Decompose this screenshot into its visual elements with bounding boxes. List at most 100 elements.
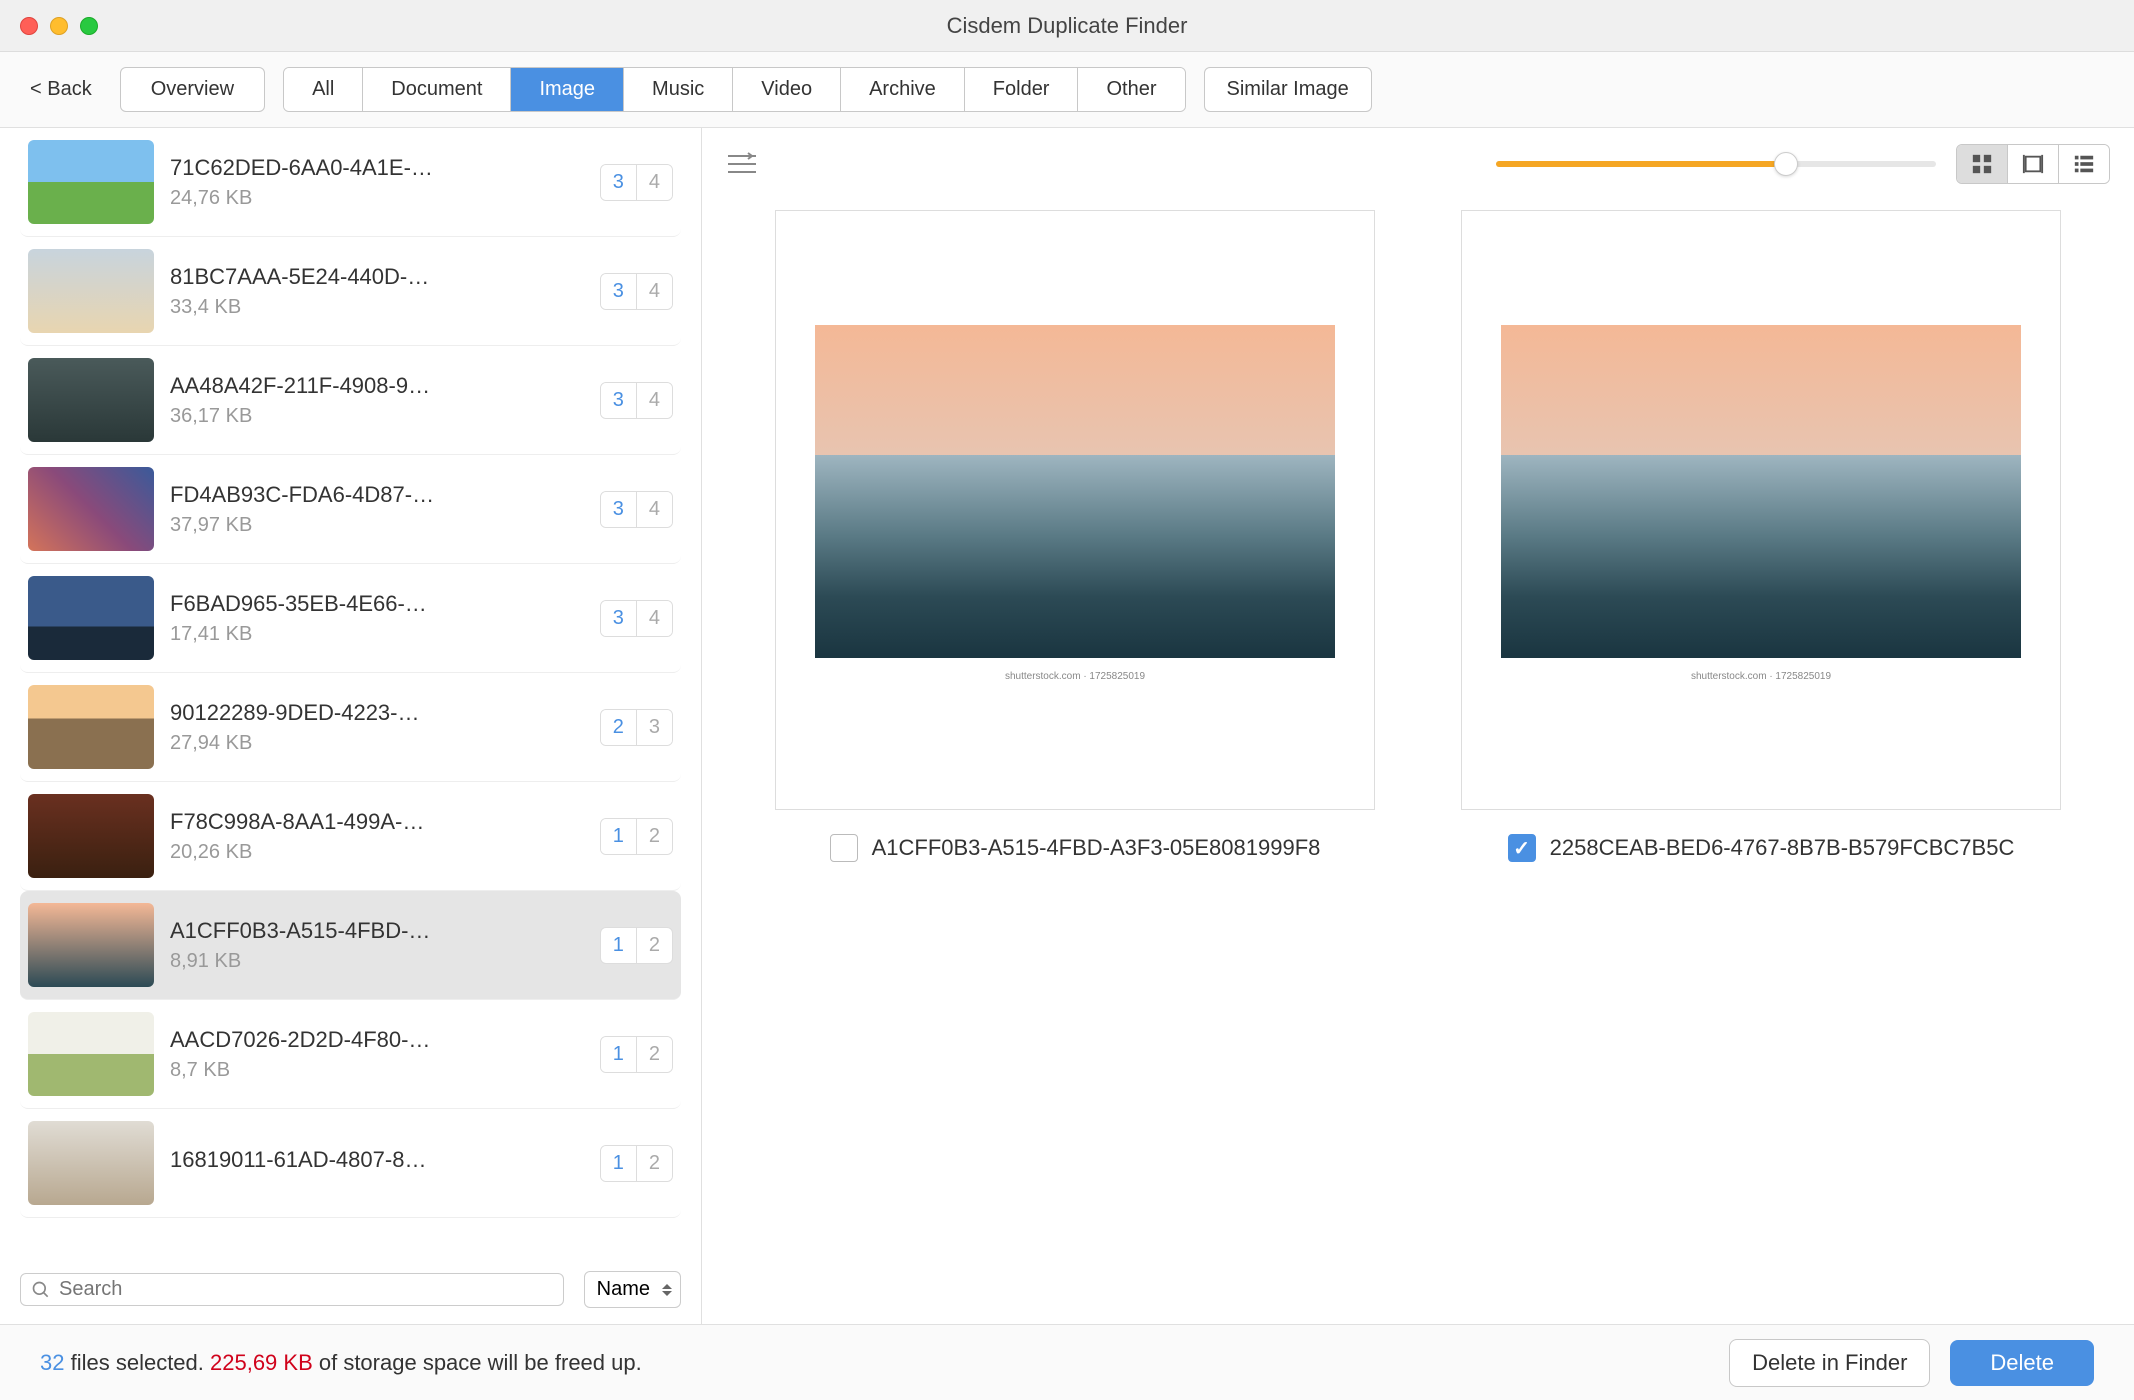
list-item-name: F6BAD965-35EB-4E66-…: [170, 591, 590, 617]
collapse-list-icon[interactable]: [726, 152, 758, 176]
list-item-thumbnail: [28, 1121, 154, 1205]
list-item[interactable]: 90122289-9DED-4223-… 27,94 KB 2 3: [20, 673, 681, 782]
list-item-badges: 1 2: [600, 818, 673, 855]
grid-icon: [1971, 153, 1993, 175]
list-item[interactable]: AA48A42F-211F-4908-9… 36,17 KB 3 4: [20, 346, 681, 455]
search-field[interactable]: [20, 1273, 564, 1306]
list-item-thumbnail: [28, 140, 154, 224]
preview-image-box[interactable]: shutterstock.com · 1725825019: [775, 210, 1375, 810]
selected-badge: 1: [601, 928, 637, 963]
total-badge: 4: [637, 165, 672, 200]
total-badge: 4: [637, 492, 672, 527]
preview-image: shutterstock.com · 1725825019: [815, 325, 1335, 695]
search-input[interactable]: [59, 1278, 553, 1301]
list-item-name: AA48A42F-211F-4908-9…: [170, 373, 590, 399]
preview-filename: A1CFF0B3-A515-4FBD-A3F3-05E8081999F8: [872, 835, 1321, 861]
preview-card: shutterstock.com · 1725825019 2258CEAB-B…: [1428, 210, 2094, 862]
preview-card: shutterstock.com · 1725825019 A1CFF0B3-A…: [742, 210, 1408, 862]
total-badge: 4: [637, 383, 672, 418]
list-item-name: AACD7026-2D2D-4F80-…: [170, 1027, 590, 1053]
total-badge: 2: [637, 819, 672, 854]
list-item-badges: 3 4: [600, 273, 673, 310]
overview-button[interactable]: Overview: [120, 67, 265, 112]
list-item-name: 81BC7AAA-5E24-440D-…: [170, 264, 590, 290]
view-compare-button[interactable]: [2008, 145, 2059, 183]
list-item[interactable]: F78C998A-8AA1-499A-… 20,26 KB 1 2: [20, 782, 681, 891]
list-item-size: 8,91 KB: [170, 950, 590, 973]
selected-badge: 2: [601, 710, 637, 745]
list-item[interactable]: AACD7026-2D2D-4F80-… 8,7 KB 1 2: [20, 1000, 681, 1109]
minimize-window-button[interactable]: [50, 17, 68, 35]
preview-checkbox[interactable]: [830, 834, 858, 862]
delete-in-finder-button[interactable]: Delete in Finder: [1729, 1339, 1930, 1387]
list-item-name: 71C62DED-6AA0-4A1E-…: [170, 155, 590, 181]
list-item-badges: 3 4: [600, 600, 673, 637]
tab-other[interactable]: Other: [1078, 68, 1184, 111]
list-item-thumbnail: [28, 794, 154, 878]
titlebar: Cisdem Duplicate Finder: [0, 0, 2134, 52]
preview-image-box[interactable]: shutterstock.com · 1725825019: [1461, 210, 2061, 810]
preview-checkbox[interactable]: [1508, 834, 1536, 862]
list-item-thumbnail: [28, 1012, 154, 1096]
list-item-name: 16819011-61AD-4807-8…: [170, 1147, 590, 1173]
list-item-name: F78C998A-8AA1-499A-…: [170, 809, 590, 835]
list-item-size: 33,4 KB: [170, 296, 590, 319]
selected-badge: 3: [601, 274, 637, 309]
compare-icon: [2022, 153, 2044, 175]
tab-folder[interactable]: Folder: [965, 68, 1079, 111]
tab-music[interactable]: Music: [624, 68, 733, 111]
view-list-button[interactable]: [2059, 145, 2109, 183]
list-item-size: 36,17 KB: [170, 405, 590, 428]
tab-document[interactable]: Document: [363, 68, 511, 111]
list-item-name: FD4AB93C-FDA6-4D87-…: [170, 482, 590, 508]
list-item-badges: 3 4: [600, 491, 673, 528]
list-item-size: 27,94 KB: [170, 732, 590, 755]
toolbar: < Back Overview All Document Image Music…: [0, 52, 2134, 128]
total-badge: 4: [637, 601, 672, 636]
list-item[interactable]: A1CFF0B3-A515-4FBD-… 8,91 KB 1 2: [20, 891, 681, 1000]
list-item-size: 37,97 KB: [170, 514, 590, 537]
total-badge: 4: [637, 274, 672, 309]
list-item-badges: 2 3: [600, 709, 673, 746]
total-badge: 2: [637, 928, 672, 963]
duplicate-list[interactable]: 71C62DED-6AA0-4A1E-… 24,76 KB 3 4 81BC7A…: [0, 128, 701, 1261]
list-item-thumbnail: [28, 685, 154, 769]
view-grid-button[interactable]: [1957, 145, 2008, 183]
status-text: 32 files selected. 225,69 KB of storage …: [40, 1350, 642, 1376]
tab-all[interactable]: All: [284, 68, 363, 111]
total-badge: 2: [637, 1037, 672, 1072]
list-item[interactable]: 16819011-61AD-4807-8… 1 2: [20, 1109, 681, 1218]
preview-image: shutterstock.com · 1725825019: [1501, 325, 2021, 695]
list-item-badges: 1 2: [600, 927, 673, 964]
slider-thumb[interactable]: [1774, 152, 1798, 176]
tab-video[interactable]: Video: [733, 68, 841, 111]
total-badge: 2: [637, 1146, 672, 1181]
preview-filename: 2258CEAB-BED6-4767-8B7B-B579FCBC7B5C: [1550, 835, 2015, 861]
view-mode-toggle: [1956, 144, 2110, 184]
list-item-size: 20,26 KB: [170, 841, 590, 864]
list-item[interactable]: F6BAD965-35EB-4E66-… 17,41 KB 3 4: [20, 564, 681, 673]
window-title: Cisdem Duplicate Finder: [947, 13, 1188, 39]
sort-select[interactable]: Name: [584, 1271, 681, 1308]
zoom-window-button[interactable]: [80, 17, 98, 35]
selected-badge: 3: [601, 492, 637, 527]
similar-image-button[interactable]: Similar Image: [1204, 67, 1372, 112]
list-item[interactable]: 81BC7AAA-5E24-440D-… 33,4 KB 3 4: [20, 237, 681, 346]
list-item-thumbnail: [28, 576, 154, 660]
selected-badge: 3: [601, 383, 637, 418]
tab-image[interactable]: Image: [511, 68, 624, 111]
list-item[interactable]: FD4AB93C-FDA6-4D87-… 37,97 KB 3 4: [20, 455, 681, 564]
slider-fill: [1496, 161, 1786, 167]
close-window-button[interactable]: [20, 17, 38, 35]
back-button[interactable]: < Back: [20, 72, 102, 107]
list-item-badges: 3 4: [600, 382, 673, 419]
list-item-badges: 3 4: [600, 164, 673, 201]
list-item-badges: 1 2: [600, 1036, 673, 1073]
list-item-thumbnail: [28, 249, 154, 333]
delete-button[interactable]: Delete: [1950, 1340, 2094, 1386]
selected-badge: 1: [601, 1037, 637, 1072]
tab-archive[interactable]: Archive: [841, 68, 965, 111]
thumbnail-size-slider[interactable]: [1496, 161, 1936, 167]
list-item[interactable]: 71C62DED-6AA0-4A1E-… 24,76 KB 3 4: [20, 128, 681, 237]
sidebar: 71C62DED-6AA0-4A1E-… 24,76 KB 3 4 81BC7A…: [0, 128, 702, 1324]
